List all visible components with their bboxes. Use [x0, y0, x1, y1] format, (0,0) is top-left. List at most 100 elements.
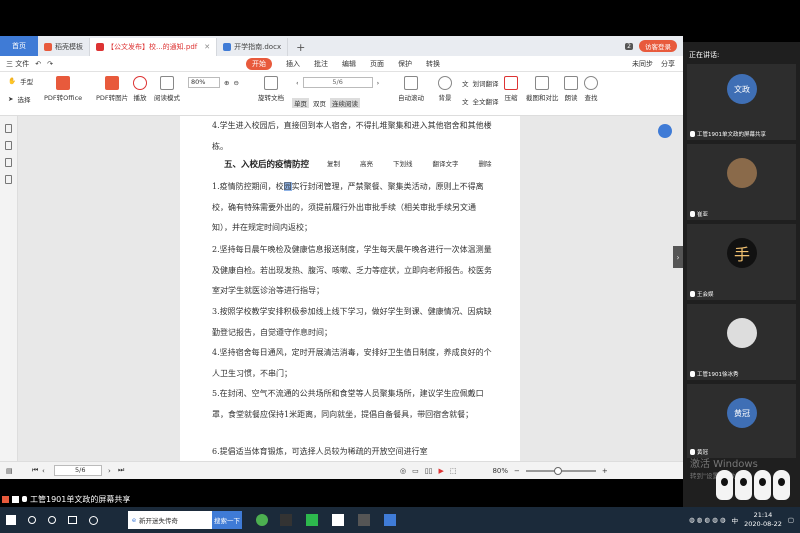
menu-convert[interactable]: 转换: [426, 59, 440, 69]
first-page-icon[interactable]: ⏮: [32, 466, 38, 475]
status-zoom[interactable]: 80%: [492, 467, 508, 475]
participant-tile[interactable]: 工管1901徐冰秀: [687, 304, 796, 380]
copy-action[interactable]: 复制: [327, 158, 340, 168]
selected-text[interactable]: 园: [283, 182, 292, 191]
select-tool[interactable]: ➤ 选择: [8, 94, 30, 104]
zoom-slider[interactable]: [525, 466, 596, 475]
close-icon[interactable]: ✕: [204, 43, 210, 51]
delete-action[interactable]: 删除: [479, 158, 492, 168]
single-page-button[interactable]: 单页: [292, 98, 309, 108]
zoom-knob[interactable]: [553, 466, 562, 475]
menu-start[interactable]: 开始: [246, 57, 272, 70]
cortana-icon[interactable]: [48, 516, 56, 524]
windows-start-icon[interactable]: [6, 515, 16, 525]
translate-full-button[interactable]: 文 全文翻译: [462, 96, 499, 106]
video-app-icon[interactable]: [332, 514, 344, 526]
tencent-meeting-icon[interactable]: [384, 514, 396, 526]
notification-icon[interactable]: ▢: [788, 516, 794, 524]
translate-word-button[interactable]: 文 划词翻译: [462, 78, 499, 88]
tab-home[interactable]: 首页: [0, 36, 38, 56]
fit-icon[interactable]: ⬚: [450, 467, 457, 475]
translate-action[interactable]: 翻译文字: [433, 158, 459, 168]
document-area[interactable]: 4.学生进入校园后，直接回到本人宿舍，不得扎堆聚集和进入其他宿舍和其他楼栋。 五…: [18, 116, 683, 461]
meeting-app-icon[interactable]: [358, 514, 370, 526]
zoom-minus-icon[interactable]: −: [514, 467, 520, 475]
menu-edit[interactable]: 编辑: [342, 59, 356, 69]
status-page-input[interactable]: 5/6: [54, 465, 102, 476]
thumbnail-icon[interactable]: [5, 141, 12, 150]
zoom-input[interactable]: 80%: [188, 77, 220, 88]
paragraph-4: 4.坚持宿舍每日通风，定时开展清洁消毒，安排好卫生值日制度，养成良好的个人卫生习…: [212, 348, 492, 378]
redo-icon[interactable]: ↷: [47, 60, 53, 68]
read-aloud-button[interactable]: 朗读: [564, 76, 578, 102]
pdf-page[interactable]: 4.学生进入校园后，直接回到本人宿舍，不得扎堆聚集和进入其他宿舍和其他楼栋。 五…: [180, 116, 520, 461]
mic-icon: [690, 211, 695, 217]
tab-docx[interactable]: 开学指南.docx: [217, 38, 289, 56]
underline-action[interactable]: 下划线: [393, 158, 413, 168]
play-icon[interactable]: ▶: [438, 467, 443, 475]
undo-icon[interactable]: ↶: [35, 60, 41, 68]
login-button[interactable]: 访客登录: [639, 40, 677, 52]
eye-icon[interactable]: ◎: [400, 467, 406, 475]
double-view-icon[interactable]: ▯▯: [425, 467, 433, 475]
menu-protect[interactable]: 保护: [398, 59, 412, 69]
screenshot-button[interactable]: 截图和对比: [526, 76, 559, 102]
participant-tile[interactable]: 文政 工管1901单文政的屏幕共享: [687, 64, 796, 140]
search-icon[interactable]: [28, 516, 36, 524]
compress-button[interactable]: 压缩: [504, 76, 518, 102]
autoscroll-button[interactable]: 自动滚动: [398, 76, 424, 102]
window-count-badge[interactable]: 2: [625, 42, 633, 50]
media-app-icon[interactable]: [280, 514, 292, 526]
page-input[interactable]: 5/6: [302, 77, 373, 88]
settings-icon[interactable]: [89, 515, 98, 525]
task-view-icon[interactable]: [68, 516, 77, 524]
zoom-in-icon[interactable]: ⊕: [224, 79, 229, 87]
prev-icon[interactable]: ‹: [42, 467, 45, 475]
tray-icons[interactable]: ◍ ◍ ◍ ◍ ◍: [689, 516, 726, 524]
file-menu[interactable]: 三 文件: [6, 59, 29, 69]
menu-page[interactable]: 页面: [370, 59, 384, 69]
participant-tile[interactable]: 黄冠 黄冠: [687, 384, 796, 458]
zoom-plus-icon[interactable]: +: [602, 467, 608, 475]
tab-template[interactable]: 稻壳模板: [38, 38, 90, 56]
play-button[interactable]: 播放: [133, 76, 147, 102]
panel-collapse-handle[interactable]: ›: [673, 246, 683, 268]
double-page-button[interactable]: 双页: [313, 98, 326, 108]
add-tab-button[interactable]: +: [288, 38, 313, 56]
find-button[interactable]: 查找: [584, 76, 598, 102]
signature-icon[interactable]: [5, 175, 12, 184]
continuous-button[interactable]: 连续阅读: [330, 98, 360, 108]
search-go-button[interactable]: 搜索一下: [212, 511, 242, 529]
attachment-icon[interactable]: [5, 158, 12, 167]
rotate-button[interactable]: 旋转文档: [258, 76, 284, 102]
next-icon[interactable]: ›: [108, 467, 111, 475]
sync-status[interactable]: 未同步: [632, 59, 653, 69]
pdf-to-image-button[interactable]: PDF转图片: [96, 76, 128, 102]
thumbnail-toggle-icon[interactable]: ▤: [6, 467, 13, 475]
menu-insert[interactable]: 插入: [286, 59, 300, 69]
last-page-icon[interactable]: ⏭: [118, 466, 124, 475]
share-button[interactable]: 分享: [661, 59, 675, 69]
zoom-out-icon[interactable]: ⊖: [233, 79, 238, 87]
hand-tool[interactable]: ✋ 手型: [8, 76, 33, 86]
pdf-to-office-button[interactable]: PDF转Office: [44, 76, 82, 102]
single-view-icon[interactable]: ▭: [412, 467, 419, 475]
browser-search-box[interactable]: e 新开迷失传奇: [128, 511, 212, 529]
next-page-icon[interactable]: ›: [377, 79, 380, 87]
prev-page-icon[interactable]: ‹: [296, 79, 299, 87]
menu-annotate[interactable]: 批注: [314, 59, 328, 69]
translate-full-icon: 文: [462, 98, 469, 106]
tab-pdf[interactable]: 【公文发布】校...的通知.pdf ✕: [90, 38, 218, 56]
language-indicator[interactable]: 中: [732, 515, 739, 525]
assistant-float-icon[interactable]: [658, 124, 672, 138]
participant-tile[interactable]: 崔亚: [687, 144, 796, 220]
iqiyi-app-icon[interactable]: [306, 514, 318, 526]
bookmark-icon[interactable]: [5, 124, 12, 133]
reading-mode-button[interactable]: 阅读模式: [154, 76, 180, 102]
browser-app-icon[interactable]: [256, 514, 268, 526]
highlight-action[interactable]: 高亮: [360, 158, 373, 168]
participant-tile[interactable]: 手 王会娱: [687, 224, 796, 300]
background-button[interactable]: 背景: [438, 76, 452, 102]
clock[interactable]: 21:14 2020-08-22: [744, 511, 782, 529]
hand-icon: ✋: [8, 77, 17, 85]
